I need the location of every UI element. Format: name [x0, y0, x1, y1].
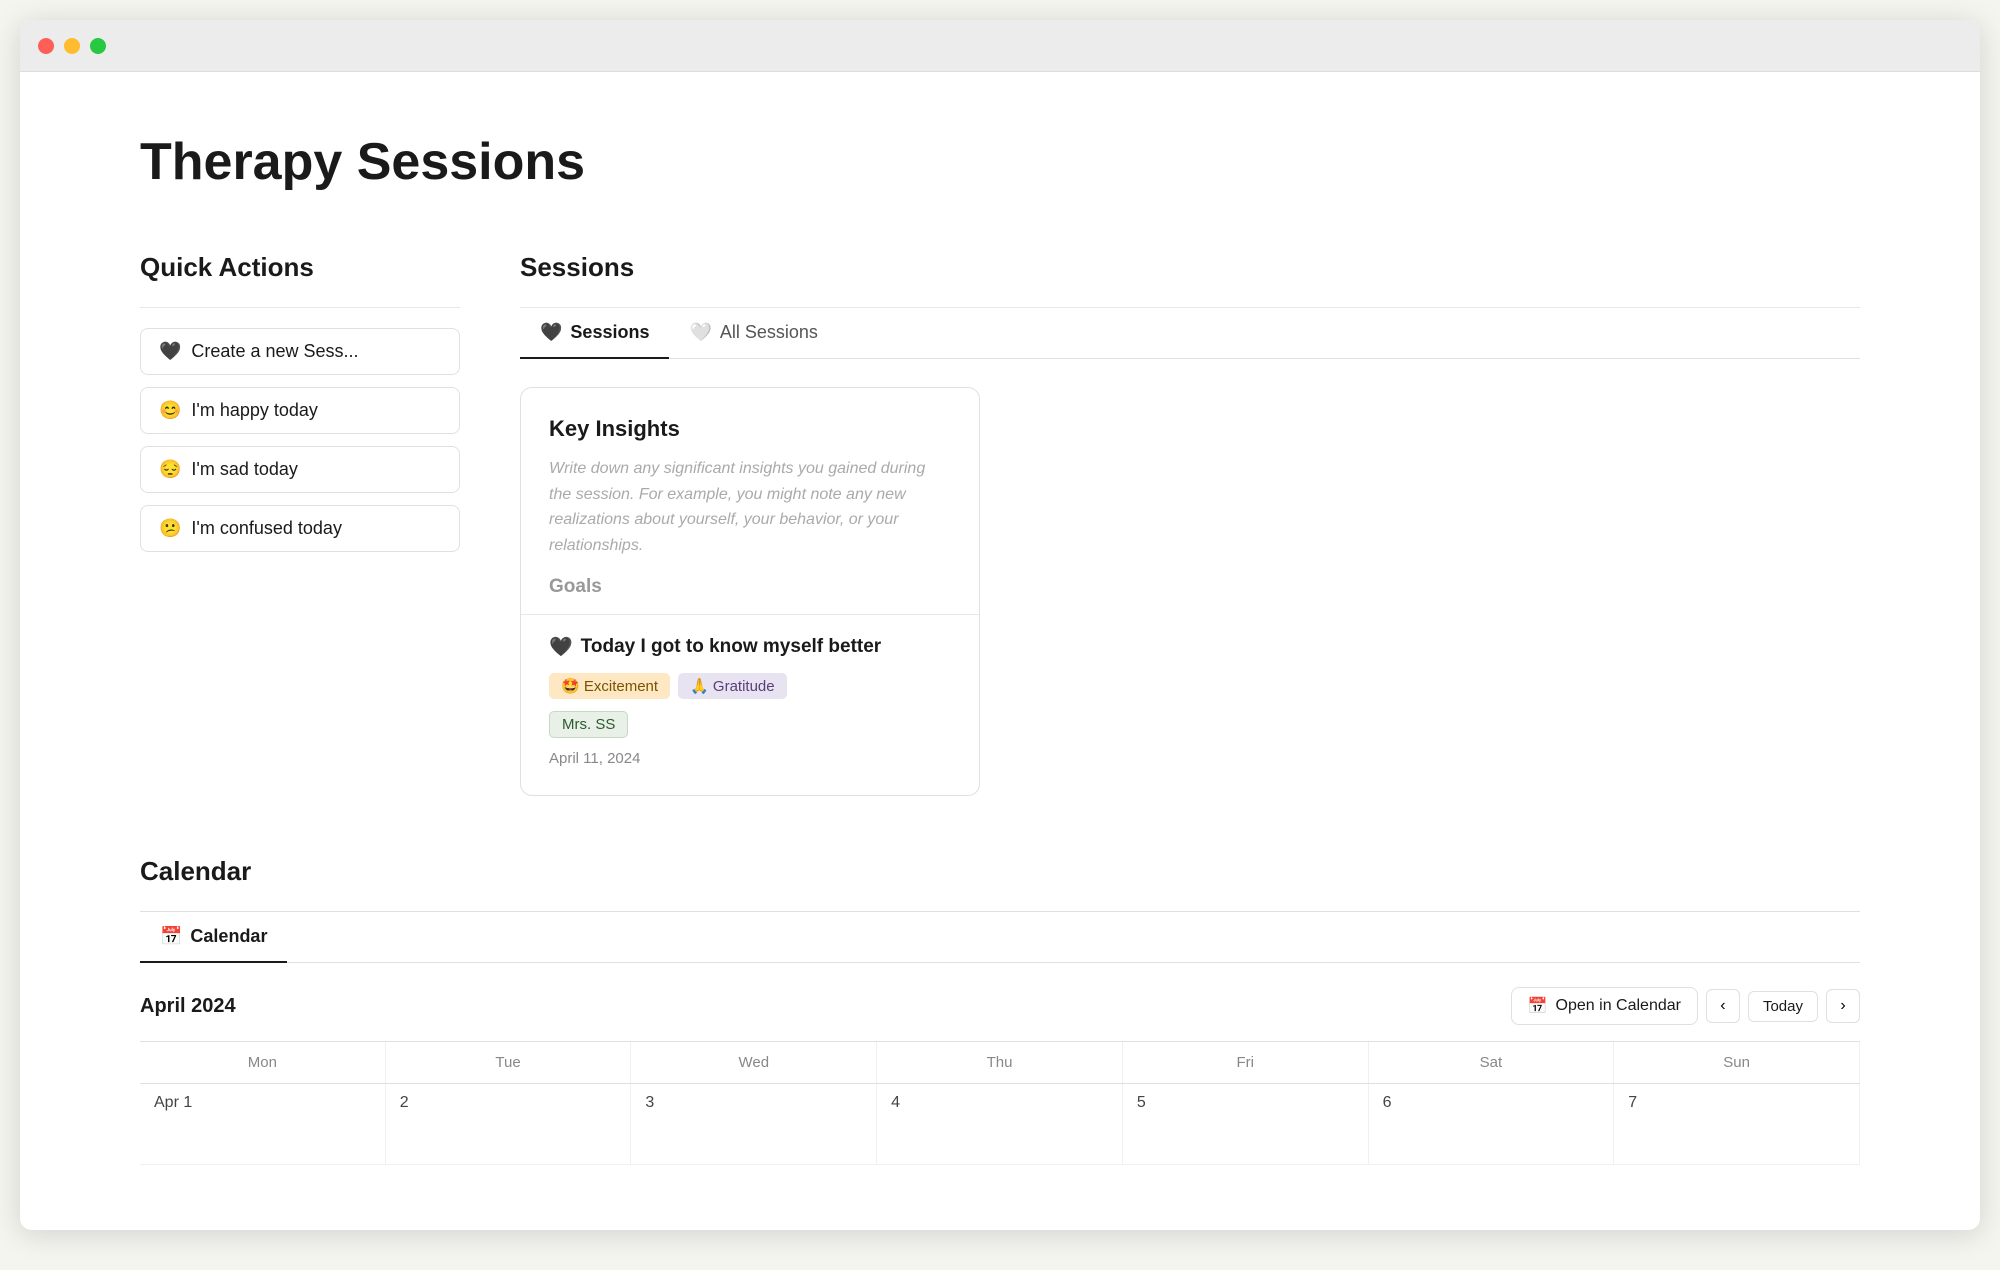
maximize-button[interactable]: [90, 38, 106, 54]
session-entry-title: 🖤 Today I got to know myself better: [549, 635, 951, 659]
cell-apr2[interactable]: 2: [386, 1084, 632, 1164]
open-calendar-label: Open in Calendar: [1556, 997, 1681, 1015]
cell-apr5[interactable]: 5: [1123, 1084, 1369, 1164]
tab-sessions[interactable]: 🖤 Sessions: [520, 308, 669, 359]
sad-button[interactable]: 😔 I'm sad today: [140, 446, 460, 493]
sessions-tab-emoji: 🖤: [540, 322, 562, 343]
sessions-title: Sessions: [520, 252, 1860, 283]
quick-actions-title: Quick Actions: [140, 252, 460, 283]
happy-button[interactable]: 😊 I'm happy today: [140, 387, 460, 434]
all-sessions-tab-label: All Sessions: [720, 322, 818, 343]
calendar-days-header: Mon Tue Wed Thu Fri Sat Sun: [140, 1042, 1860, 1084]
session-date: April 11, 2024: [549, 750, 951, 767]
session-person-tags: Mrs. SS: [549, 711, 951, 738]
happy-label: I'm happy today: [191, 400, 318, 421]
cell-apr7[interactable]: 7: [1614, 1084, 1860, 1164]
calendar-header: April 2024 📅 Open in Calendar ‹ Today ›: [140, 963, 1860, 1041]
tag-gratitude[interactable]: 🙏 Gratitude: [678, 673, 787, 699]
day-tue: Tue: [386, 1042, 632, 1083]
tab-calendar[interactable]: 📅 Calendar: [140, 912, 287, 963]
happy-icon: 😊: [159, 400, 181, 421]
session-entry: 🖤 Today I got to know myself better 🤩 Ex…: [549, 631, 951, 767]
day-sat: Sat: [1369, 1042, 1615, 1083]
day-sun: Sun: [1614, 1042, 1860, 1083]
app-window: Therapy Sessions Quick Actions 🖤 Create …: [20, 20, 1980, 1230]
card-divider: [521, 614, 979, 615]
calendar-row-1: Apr 1 2 3 4 5 6 7: [140, 1084, 1860, 1165]
confused-icon: 😕: [159, 518, 181, 539]
calendar-tabs: 📅 Calendar: [140, 912, 1860, 963]
key-insights-placeholder: Write down any significant insights you …: [549, 456, 951, 558]
sad-icon: 😔: [159, 459, 181, 480]
minimize-button[interactable]: [64, 38, 80, 54]
calendar-grid: Mon Tue Wed Thu Fri Sat Sun Apr 1 2 3 4 …: [140, 1041, 1860, 1165]
sessions-panel: Sessions 🖤 Sessions 🤍 All Sessions Key I…: [520, 252, 1860, 796]
calendar-tab-emoji: 📅: [160, 926, 182, 947]
session-title-text: Today I got to know myself better: [581, 636, 882, 658]
tag-excitement[interactable]: 🤩 Excitement: [549, 673, 670, 699]
sessions-tab-label: Sessions: [570, 322, 649, 343]
page-title: Therapy Sessions: [140, 132, 1860, 192]
calendar-title: Calendar: [140, 856, 1860, 887]
goals-title: Goals: [549, 576, 951, 598]
cell-apr3[interactable]: 3: [631, 1084, 877, 1164]
create-session-button[interactable]: 🖤 Create a new Sess...: [140, 328, 460, 375]
titlebar: [20, 20, 1980, 72]
main-grid: Quick Actions 🖤 Create a new Sess... 😊 I…: [140, 252, 1860, 796]
cell-apr4[interactable]: 4: [877, 1084, 1123, 1164]
close-button[interactable]: [38, 38, 54, 54]
calendar-month: April 2024: [140, 995, 236, 1018]
day-fri: Fri: [1123, 1042, 1369, 1083]
session-title-emoji: 🖤: [549, 635, 573, 659]
confused-button[interactable]: 😕 I'm confused today: [140, 505, 460, 552]
calendar-controls: 📅 Open in Calendar ‹ Today ›: [1511, 987, 1860, 1025]
page-content: Therapy Sessions Quick Actions 🖤 Create …: [20, 72, 1980, 1225]
open-calendar-button[interactable]: 📅 Open in Calendar: [1511, 987, 1698, 1025]
quick-actions-panel: Quick Actions 🖤 Create a new Sess... 😊 I…: [140, 252, 460, 796]
calendar-icon: 📅: [1528, 996, 1548, 1016]
day-mon: Mon: [140, 1042, 386, 1083]
person-label: Mrs. SS: [562, 716, 615, 733]
sad-label: I'm sad today: [191, 459, 298, 480]
key-insights-title: Key Insights: [549, 416, 951, 442]
confused-label: I'm confused today: [191, 518, 342, 539]
today-button[interactable]: Today: [1748, 991, 1818, 1022]
prev-month-button[interactable]: ‹: [1706, 989, 1740, 1023]
next-month-button[interactable]: ›: [1826, 989, 1860, 1023]
day-wed: Wed: [631, 1042, 877, 1083]
all-sessions-tab-emoji: 🤍: [689, 322, 711, 343]
cell-apr1[interactable]: Apr 1: [140, 1084, 386, 1164]
cell-apr6[interactable]: 6: [1369, 1084, 1615, 1164]
sessions-tabs: 🖤 Sessions 🤍 All Sessions: [520, 308, 1860, 359]
calendar-section: Calendar 📅 Calendar April 2024 📅 Open in…: [140, 856, 1860, 1165]
create-session-label: Create a new Sess...: [191, 341, 358, 362]
create-icon: 🖤: [159, 341, 181, 362]
tag-person[interactable]: Mrs. SS: [549, 711, 628, 738]
tab-all-sessions[interactable]: 🤍 All Sessions: [669, 308, 837, 359]
session-card: Key Insights Write down any significant …: [520, 387, 980, 796]
session-tags: 🤩 Excitement 🙏 Gratitude: [549, 673, 951, 699]
day-thu: Thu: [877, 1042, 1123, 1083]
quick-actions-list: 🖤 Create a new Sess... 😊 I'm happy today…: [140, 328, 460, 552]
calendar-tab-label: Calendar: [190, 926, 267, 947]
